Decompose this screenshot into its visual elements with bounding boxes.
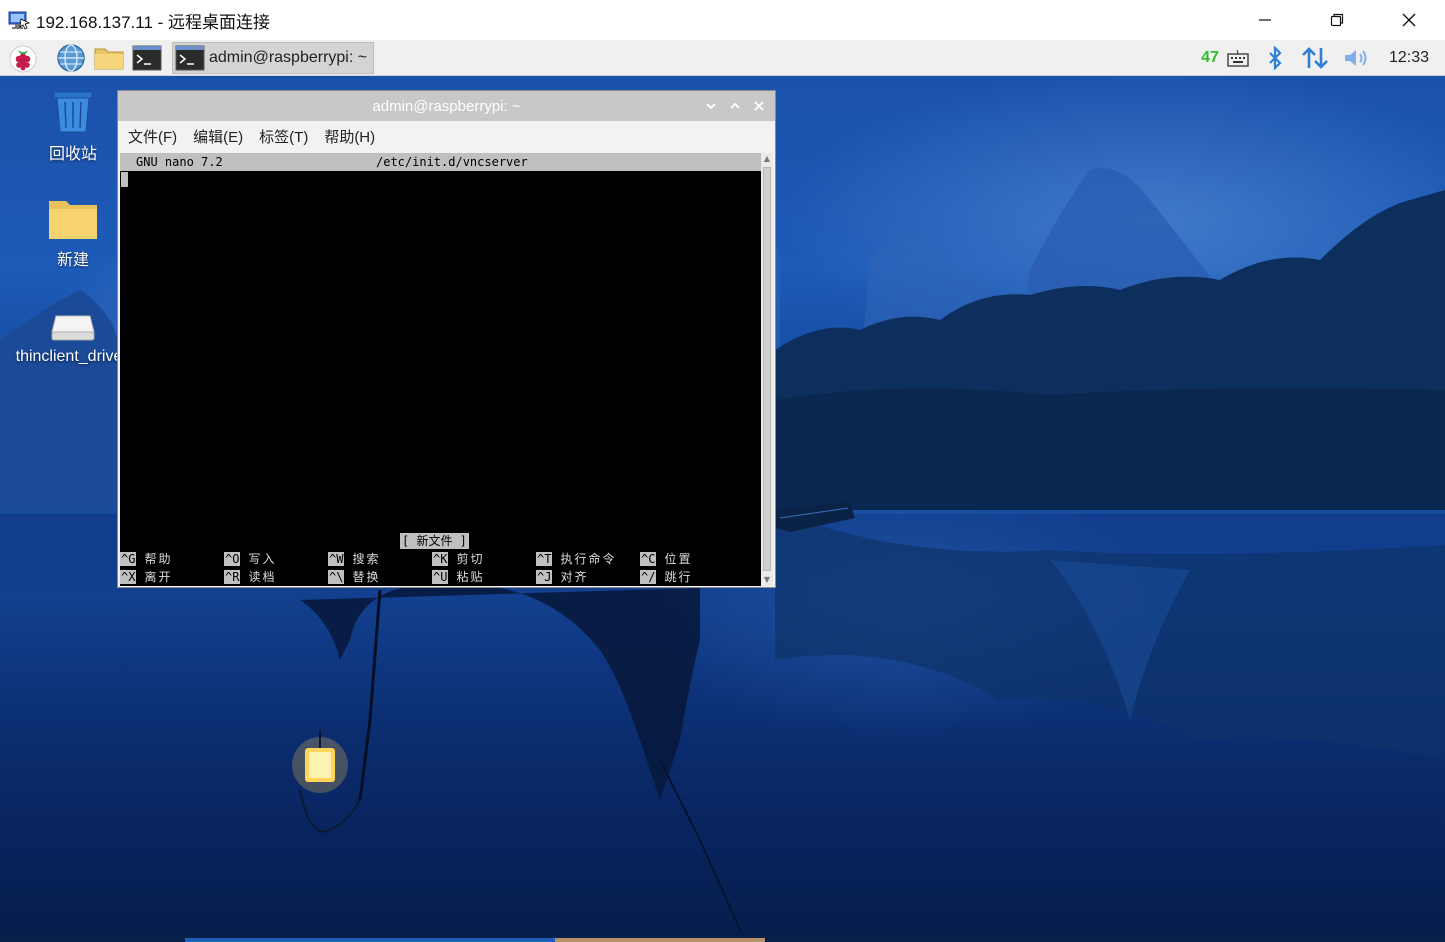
trash-icon bbox=[53, 91, 93, 133]
desktop-icon-new-folder[interactable]: 新建 bbox=[13, 198, 133, 270]
terminal-titlebar[interactable]: admin@raspberrypi: ~ bbox=[118, 91, 775, 121]
raspberry-icon bbox=[9, 45, 37, 72]
nano-filename: /etc/init.d/vncserver bbox=[376, 155, 528, 169]
nano-shortcut: ^O 写入 bbox=[224, 552, 277, 566]
cpu-monitor[interactable]: 47 bbox=[1201, 49, 1219, 67]
menu-file[interactable]: 文件(F) bbox=[128, 126, 177, 147]
desktop-icon-label: 回收站 bbox=[48, 146, 97, 163]
nano-shortcut: ^W 搜索 bbox=[328, 552, 381, 566]
terminal-title: admin@raspberrypi: ~ bbox=[372, 97, 521, 115]
network-icon[interactable] bbox=[1301, 46, 1329, 70]
close-icon bbox=[1402, 13, 1416, 27]
nano-shortcut: ^R 读档 bbox=[224, 570, 277, 584]
file-manager-button[interactable] bbox=[92, 41, 126, 75]
scroll-up-arrow-icon[interactable]: ▲ bbox=[761, 153, 773, 165]
keyboard-icon[interactable] bbox=[1227, 49, 1249, 67]
cpu-usage-value: 47 bbox=[1201, 49, 1219, 66]
rdp-window-title: 192.168.137.11 - 远程桌面连接 bbox=[36, 12, 271, 32]
folder-icon bbox=[94, 48, 124, 69]
web-browser-button[interactable] bbox=[54, 41, 88, 75]
nano-version: GNU nano 7.2 bbox=[136, 155, 223, 169]
system-tray: 47 12:33 bbox=[1201, 40, 1445, 76]
menu-tabs[interactable]: 标签(T) bbox=[259, 126, 308, 147]
close-button[interactable] bbox=[1373, 0, 1445, 40]
raspberry-menu-button[interactable] bbox=[6, 41, 40, 75]
terminal-window[interactable]: admin@raspberrypi: ~ 文件(F) 编辑(E) 标签(T) 帮… bbox=[117, 90, 776, 588]
terminal-scrollbar[interactable]: ▲ ▼ bbox=[761, 153, 773, 586]
folder-icon bbox=[49, 201, 97, 239]
chevron-up-icon[interactable] bbox=[723, 94, 747, 118]
close-icon[interactable] bbox=[747, 94, 771, 118]
volume-icon[interactable] bbox=[1343, 47, 1371, 69]
globe-icon bbox=[57, 43, 85, 72]
minimize-icon bbox=[1259, 19, 1271, 21]
taskbar-terminal-window[interactable]: admin@raspberrypi: ~ bbox=[172, 41, 375, 74]
restore-button[interactable] bbox=[1301, 0, 1373, 40]
desktop-icon-drive[interactable]: thinclient_drives bbox=[13, 312, 133, 366]
taskbar-window-label: admin@raspberrypi: ~ bbox=[209, 48, 368, 66]
nano-status: [ 新文件 ] bbox=[400, 533, 469, 549]
restore-icon bbox=[1330, 13, 1344, 27]
menu-help[interactable]: 帮助(H) bbox=[324, 126, 375, 147]
desktop-icon-trash[interactable]: 回收站 bbox=[13, 90, 133, 164]
desktop-icon-label: thinclient_drives bbox=[15, 348, 131, 365]
terminal-icon bbox=[175, 45, 205, 70]
bluetooth-icon[interactable] bbox=[1267, 46, 1283, 70]
nano-shortcut: ^T 执行命令 bbox=[536, 552, 617, 566]
scroll-down-arrow-icon[interactable]: ▼ bbox=[761, 574, 773, 586]
terminal-screen[interactable]: GNU nano 7.2 /etc/init.d/vncserver [ 新文件… bbox=[120, 153, 761, 586]
clock[interactable]: 12:33 bbox=[1389, 49, 1429, 67]
taskbar-panel: admin@raspberrypi: ~ 47 12:33 bbox=[0, 40, 1445, 76]
rdp-titlebar: 192.168.137.11 - 远程桌面连接 bbox=[0, 0, 1445, 40]
remote-desktop[interactable]: admin@raspberrypi: ~ 47 12:33 回收站 新建 thi… bbox=[0, 40, 1445, 942]
nano-shortcut: ^X 离开 bbox=[120, 570, 173, 584]
desktop-icon-label: 新建 bbox=[56, 252, 89, 269]
nano-header: GNU nano 7.2 /etc/init.d/vncserver bbox=[120, 153, 761, 171]
terminal-launcher-button[interactable] bbox=[130, 41, 164, 75]
nano-shortcut: ^G 帮助 bbox=[120, 552, 173, 566]
nano-shortcut: ^U 粘贴 bbox=[432, 570, 485, 584]
nano-shortcut: ^J 对齐 bbox=[536, 570, 589, 584]
terminal-icon bbox=[132, 45, 162, 70]
menu-edit[interactable]: 编辑(E) bbox=[193, 126, 243, 147]
nano-shortcut: ^/跳行 bbox=[640, 570, 693, 584]
nano-shortcut: ^C 位置 bbox=[640, 552, 693, 566]
text-cursor bbox=[121, 172, 128, 187]
minimize-button[interactable] bbox=[1229, 0, 1301, 40]
terminal-menubar: 文件(F) 编辑(E) 标签(T) 帮助(H) bbox=[118, 121, 775, 151]
remote-desktop-icon bbox=[8, 9, 31, 31]
scrollbar-thumb[interactable] bbox=[763, 167, 771, 571]
nano-shortcut: ^K 剪切 bbox=[432, 552, 485, 566]
drive-icon bbox=[51, 315, 95, 341]
nano-shortcut: ^\ 替换 bbox=[328, 570, 381, 584]
chevron-down-icon[interactable] bbox=[699, 94, 723, 118]
